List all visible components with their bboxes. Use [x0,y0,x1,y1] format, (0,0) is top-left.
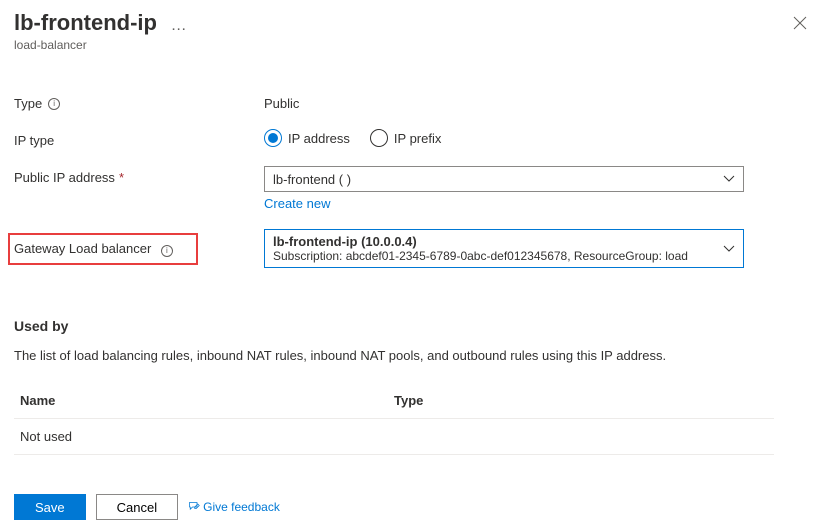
create-new-link[interactable]: Create new [264,196,330,211]
radio-ip-prefix[interactable]: IP prefix [370,129,441,147]
gateway-label-highlight: Gateway Load balancer i [8,233,198,265]
used-by-title: Used by [14,318,811,334]
ip-type-label: IP type [14,129,264,148]
page-title: lb-frontend-ip [14,10,157,36]
type-label: Type i [14,92,264,111]
feedback-icon [188,501,200,513]
save-button[interactable]: Save [14,494,86,520]
public-ip-label: Public IP address* [14,166,264,185]
table-row: Not used [14,419,774,455]
col-name: Name [20,393,394,408]
type-value: Public [264,92,744,111]
gateway-select[interactable]: lb-frontend-ip (10.0.0.4) Subscription: … [264,229,744,268]
col-type: Type [394,393,768,408]
chevron-down-icon [723,175,735,183]
chevron-down-icon [723,245,735,253]
radio-ip-address[interactable]: IP address [264,129,350,147]
give-feedback-link[interactable]: Give feedback [188,500,280,514]
close-button[interactable] [793,16,807,30]
used-by-table: Name Type Not used [14,383,774,455]
gateway-label: Gateway Load balancer [14,241,151,256]
public-ip-select[interactable]: lb-frontend ( ) [264,166,744,192]
page-subtitle: load-balancer [14,38,811,52]
close-icon [793,16,807,30]
info-icon[interactable]: i [48,98,60,110]
cancel-button[interactable]: Cancel [96,494,178,520]
more-menu-icon[interactable]: … [171,17,188,34]
info-icon[interactable]: i [161,245,173,257]
used-by-desc: The list of load balancing rules, inboun… [14,348,811,363]
